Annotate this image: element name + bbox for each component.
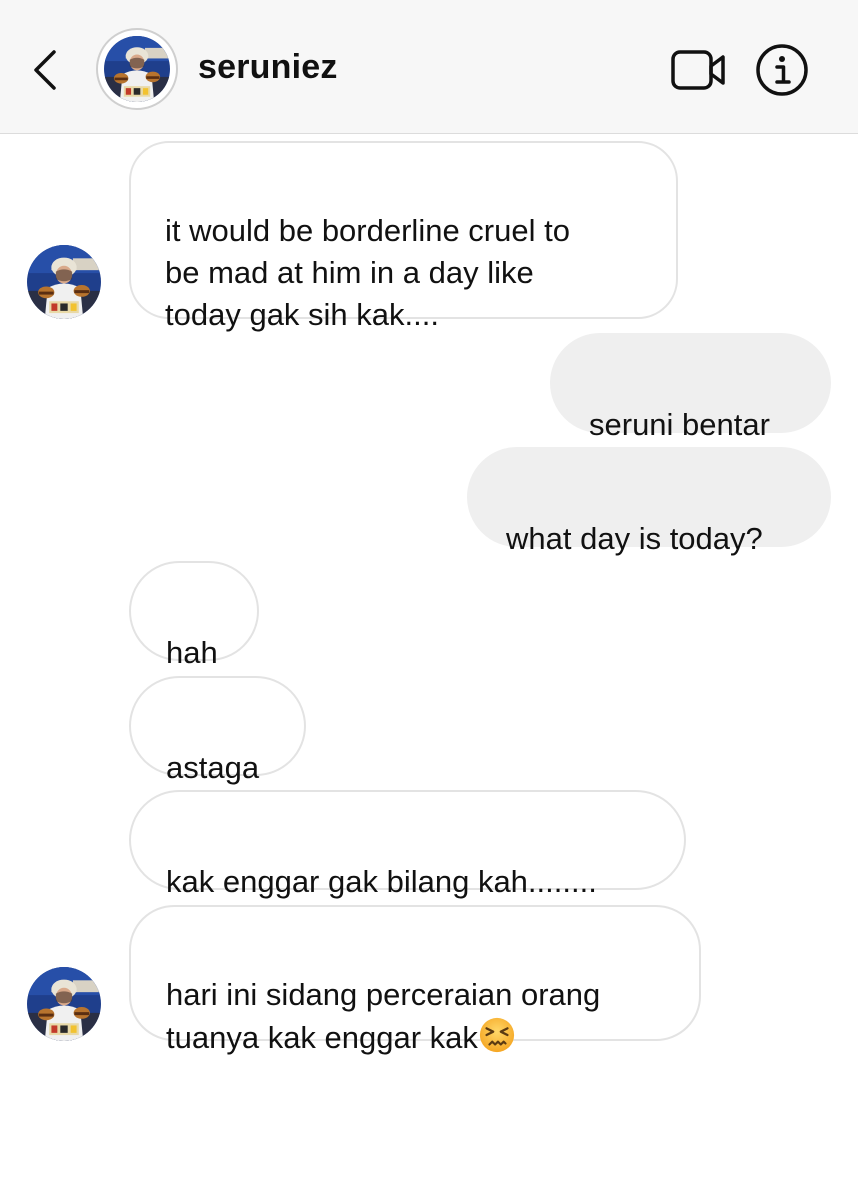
avatar-image: [104, 36, 170, 102]
sender-avatar[interactable]: [27, 967, 101, 1041]
message-bubble-outgoing[interactable]: what day is today?: [467, 447, 831, 556]
message-text: hah: [166, 635, 218, 670]
chevron-left-icon: [34, 50, 56, 90]
info-button[interactable]: [754, 42, 810, 98]
message-bubble-incoming[interactable]: kak enggar gak bilang kah........: [129, 790, 686, 899]
chat-header: seruniez: [0, 0, 858, 134]
message-bubble-outgoing[interactable]: seruni bentar: [550, 333, 831, 442]
avatar-image: [27, 245, 101, 319]
back-button[interactable]: [26, 46, 66, 94]
persevering-face-emoji: [478, 1016, 516, 1054]
video-call-button[interactable]: [668, 46, 730, 94]
message-bubble-incoming[interactable]: hah: [129, 561, 259, 670]
message-text: kak enggar gak bilang kah........: [166, 864, 597, 899]
profile-avatar[interactable]: [96, 28, 178, 110]
sender-avatar[interactable]: [27, 245, 101, 319]
message-bubble-incoming[interactable]: it would be borderline cruel to be mad a…: [129, 141, 678, 332]
message-bubble-incoming[interactable]: astaga: [129, 676, 306, 785]
info-icon: [756, 44, 808, 96]
video-camera-icon: [671, 50, 725, 90]
message-text: what day is today?: [506, 521, 763, 556]
message-text: seruni bentar: [589, 407, 770, 442]
message-text: it would be borderline cruel to be mad a…: [165, 213, 570, 332]
avatar-image: [27, 967, 101, 1041]
message-bubble-incoming[interactable]: hari ini sidang perceraian orang tuanya …: [129, 905, 701, 1055]
message-text: hari ini sidang perceraian orang tuanya …: [166, 977, 601, 1055]
chat-username[interactable]: seruniez: [198, 48, 338, 87]
message-text: astaga: [166, 750, 260, 785]
